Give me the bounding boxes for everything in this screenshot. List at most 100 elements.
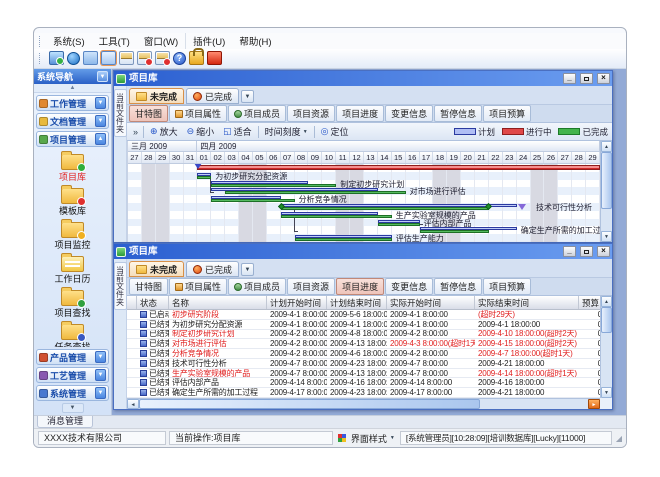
sidebar-item-项目库[interactable]: 项目库 <box>34 150 111 184</box>
mail-icon[interactable] <box>119 51 134 65</box>
save-icon[interactable] <box>101 51 116 65</box>
tab-overflow-button[interactable]: ▼ <box>241 90 254 103</box>
gantt-bar-actual-评估内部产品[interactable] <box>378 223 420 226</box>
column-header-计划结束时间[interactable]: 计划结束时间 <box>327 296 387 309</box>
menu-item-工具(T)[interactable]: 工具(T) <box>92 33 137 49</box>
table-row[interactable]: 已结束制定初步研究计划2009-4-2 8:00:002009-4-8 18:0… <box>127 330 600 340</box>
sidebar-item-任务查找[interactable]: 任务查找 <box>34 320 111 347</box>
table-row[interactable]: 已结束生产实验室规模的产品2009-4-7 8:00:002009-4-13 1… <box>127 369 600 379</box>
gantt-bar-actual-技术可行性分析[interactable] <box>281 207 489 210</box>
scroll-down-arrow[interactable]: ▼ <box>601 387 612 398</box>
window-title-bar[interactable]: 项目库 _ × <box>114 71 612 86</box>
column-header-实际开始时间[interactable]: 实际开始时间 <box>387 296 475 309</box>
system-icon[interactable] <box>49 51 64 65</box>
lock-icon[interactable] <box>189 51 204 65</box>
close-button[interactable]: × <box>597 73 610 84</box>
exit-icon[interactable] <box>207 51 222 65</box>
sidebar-collapse-button[interactable]: ▲ <box>34 84 111 93</box>
drag-handle[interactable] <box>39 36 41 47</box>
tab-已完成[interactable]: 已完成 <box>186 261 239 277</box>
current-folder-tab[interactable]: 当前文件夹 <box>114 89 127 137</box>
folder-icon-tb[interactable] <box>83 51 98 65</box>
gantt-bar-actual-确定生产所需的加工过程[interactable] <box>420 230 489 233</box>
menu-item-帮助(H)[interactable]: 帮助(H) <box>232 33 278 49</box>
sidebar-item-项目监控[interactable]: 项目监控 <box>34 218 111 252</box>
table-row[interactable]: 已结束对市场进行评估2009-4-2 8:00:002009-4-13 18:0… <box>127 339 600 349</box>
tab-未完成[interactable]: 未完成 <box>129 88 184 104</box>
scrollbar-thumb[interactable] <box>601 307 612 333</box>
subtab-变更信息[interactable]: 变更信息 <box>385 105 433 122</box>
table-row[interactable]: 已结束技术可行性分析2009-4-7 8:00:002009-4-23 18:0… <box>127 359 600 369</box>
subtab-项目预算[interactable]: 项目预算 <box>483 278 531 295</box>
gantt-bar-actual-分析竞争情况[interactable] <box>211 199 294 202</box>
subtab-项目资源[interactable]: 项目资源 <box>287 278 335 295</box>
menu-item-窗口(W)[interactable]: 窗口(W) <box>137 33 185 49</box>
scrollbar-thumb[interactable] <box>139 399 480 409</box>
subtab-项目成员[interactable]: 项目成员 <box>228 278 286 295</box>
subtab-项目属性[interactable]: 项目属性 <box>169 105 227 122</box>
sidebar-group-文档管理[interactable]: 文档管理▼ <box>36 113 109 129</box>
subtab-项目属性[interactable]: 项目属性 <box>169 278 227 295</box>
gantt-bar-actual-对市场进行评估[interactable] <box>225 191 405 194</box>
mail2-icon[interactable] <box>137 51 152 65</box>
table-row[interactable]: 已启动初步研究阶段2009-4-1 8:00:002009-5-6 18:00:… <box>127 310 600 320</box>
ui-style-dropdown[interactable]: 界面样式 ▼ <box>336 432 397 445</box>
globe-icon[interactable] <box>67 52 80 65</box>
menu-item-系统(S)[interactable]: 系统(S) <box>46 33 92 49</box>
column-header-计划开始时间[interactable]: 计划开始时间 <box>267 296 327 309</box>
column-header-预算[interactable]: 预算 <box>579 296 600 309</box>
gantt-bar-actual-评估生产能力[interactable] <box>295 238 392 241</box>
sidebar-group-系统管理[interactable]: 系统管理▼ <box>36 385 109 401</box>
subtab-暂停信息[interactable]: 暂停信息 <box>434 105 482 122</box>
restore-button[interactable] <box>580 246 593 257</box>
gantt-bar-actual-为初步研究分配资源[interactable] <box>197 176 211 179</box>
subtab-项目预算[interactable]: 项目预算 <box>483 105 531 122</box>
chevron-down-icon[interactable]: ▼ <box>95 369 106 381</box>
table-row[interactable]: 已结束评估内部产品2009-4-14 8:00:002009-4-16 18:0… <box>127 378 600 388</box>
fit-button[interactable]: ◱适合 <box>220 124 255 139</box>
subtab-暂停信息[interactable]: 暂停信息 <box>434 278 482 295</box>
chevron-down-icon[interactable]: ▼ <box>95 97 106 109</box>
column-header-gutter[interactable] <box>127 296 137 309</box>
scroll-up-arrow[interactable]: ▲ <box>601 141 612 152</box>
restore-button[interactable] <box>580 73 593 84</box>
scroll-up-arrow[interactable]: ▲ <box>601 296 612 307</box>
subtab-项目进度[interactable]: 项目进度 <box>336 105 384 122</box>
window-title-bar[interactable]: 项目库 _ × <box>114 244 612 259</box>
chevron-down-icon[interactable]: ▼ <box>95 351 106 363</box>
zoom-in-button[interactable]: ⊕放大 <box>147 124 181 139</box>
table-row[interactable]: 已结束分析竞争情况2009-4-2 8:00:002009-4-6 18:00:… <box>127 349 600 359</box>
table-row[interactable]: 已结束确定生产所需的加工过程2009-4-17 8:00:002009-4-23… <box>127 388 600 398</box>
sidebar-group-工作管理[interactable]: 工作管理▼ <box>36 95 109 111</box>
table-horizontal-scrollbar[interactable]: ◄ ► <box>127 398 600 409</box>
mail3-icon[interactable] <box>155 51 170 65</box>
subtab-项目成员[interactable]: 项目成员 <box>228 105 286 122</box>
tab-未完成[interactable]: 未完成 <box>129 261 184 277</box>
table-vertical-scrollbar[interactable]: ▲ ▼ <box>600 296 612 398</box>
tab-overflow-button[interactable]: ▼ <box>241 263 254 276</box>
scroll-right-arrow[interactable]: ► <box>588 399 600 409</box>
toolbar-overflow-chevron[interactable]: » <box>131 127 140 137</box>
sidebar-menu-button[interactable]: ▼ <box>97 71 108 82</box>
close-button[interactable]: × <box>597 246 610 257</box>
sidebar-item-项目查找[interactable]: 项目查找 <box>34 286 111 320</box>
tab-message-management[interactable]: 消息管理 <box>37 416 93 428</box>
sidebar-group-工艺管理[interactable]: 工艺管理▼ <box>36 367 109 383</box>
gantt-bar-actual-制定初步研究计划[interactable] <box>211 184 336 187</box>
column-header-实际结束时间[interactable]: 实际结束时间 <box>475 296 579 309</box>
subtab-甘特图[interactable]: 甘特图 <box>129 105 168 122</box>
tab-已完成[interactable]: 已完成 <box>186 88 239 104</box>
time-scale-dropdown[interactable]: 时间刻度▼ <box>262 124 311 139</box>
scroll-down-arrow[interactable]: ▼ <box>601 231 612 242</box>
minimize-button[interactable]: _ <box>563 73 576 84</box>
gantt-bar-actual-生产实验室规模的产品[interactable] <box>281 215 392 218</box>
locate-button[interactable]: ◎定位 <box>318 124 352 139</box>
zoom-out-button[interactable]: ⊖缩小 <box>184 124 218 139</box>
sidebar-group-产品管理[interactable]: 产品管理▼ <box>36 349 109 365</box>
column-header-状态[interactable]: 状态 <box>137 296 169 309</box>
current-folder-tab[interactable]: 当前文件夹 <box>114 262 127 310</box>
menu-item-插件(U)[interactable]: 插件(U) <box>185 33 232 49</box>
scroll-left-arrow[interactable]: ◄ <box>127 399 139 409</box>
sidebar-item-工作日历[interactable]: 工作日历 <box>34 252 111 286</box>
table-row[interactable]: 已结束为初步研究分配资源2009-4-1 8:00:002009-4-1 18:… <box>127 320 600 330</box>
